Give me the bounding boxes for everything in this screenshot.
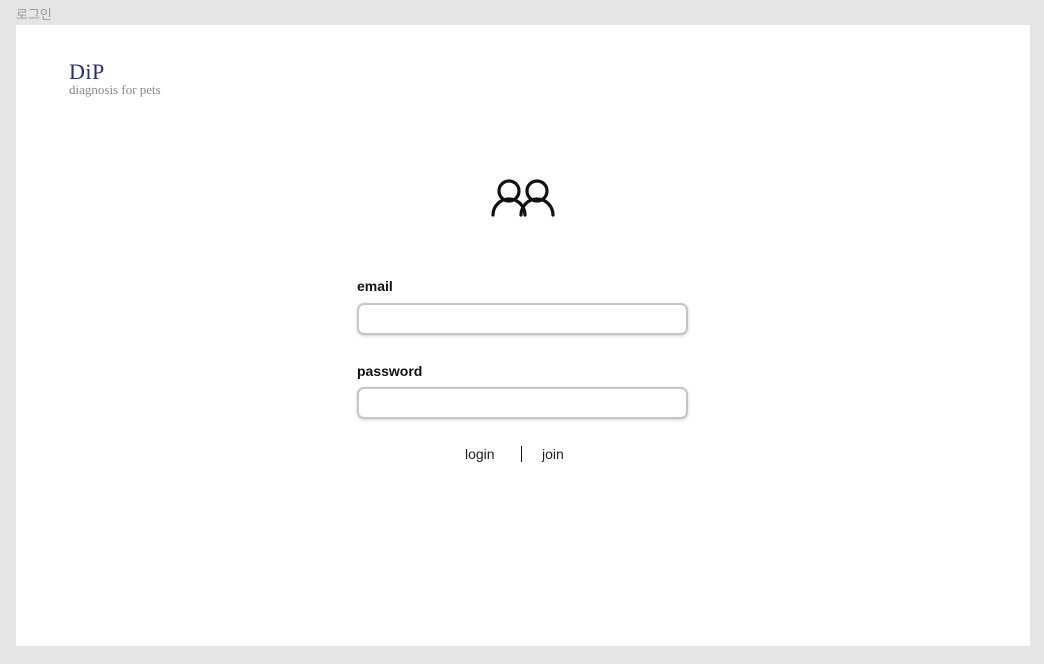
brand-logo[interactable]: DiP diagnosis for pets [69,61,161,97]
auth-actions: login join [16,446,1030,466]
login-button[interactable]: login [465,446,495,462]
login-page: DiP diagnosis for pets email password lo… [16,25,1030,646]
actions-divider [521,446,522,462]
password-field[interactable] [357,387,688,419]
password-label: password [357,363,423,379]
email-field[interactable] [357,303,688,335]
join-button[interactable]: join [542,446,564,462]
brand-subtitle: diagnosis for pets [69,82,161,97]
brand-title: DiP [69,59,105,84]
email-label: email [357,278,393,294]
frame-label: 로그인 [16,8,52,23]
users-icon [491,179,555,217]
